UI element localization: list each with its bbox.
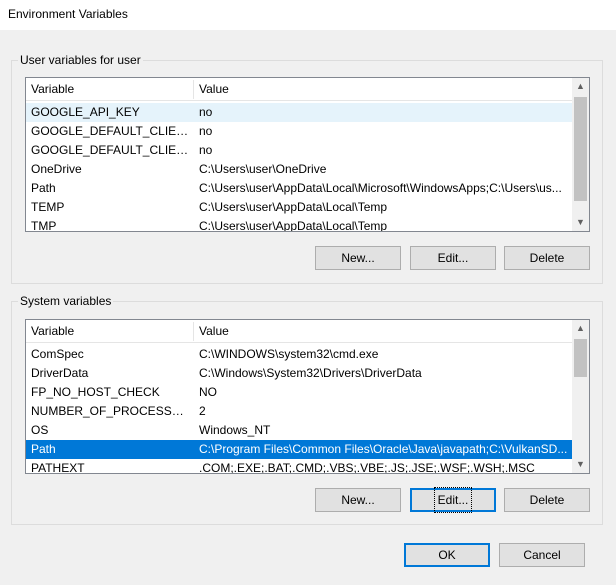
cancel-button-label: Cancel — [523, 548, 561, 562]
variable-name: OS — [31, 423, 49, 437]
system-new-button-label: New... — [341, 493, 375, 507]
table-row[interactable]: GOOGLE_DEFAULT_CLIENT_ID no — [26, 122, 572, 141]
user-delete-button-label: Delete — [529, 251, 565, 265]
scroll-up-icon[interactable]: ▲ — [572, 78, 589, 95]
system-delete-button-label: Delete — [529, 493, 565, 507]
cancel-button[interactable]: Cancel — [499, 543, 585, 567]
variable-name: ComSpec — [31, 347, 84, 361]
system-variables-list[interactable]: Variable Value ComSpec C:\WINDOWS\system… — [25, 319, 590, 474]
column-header-value[interactable]: Value — [194, 78, 572, 101]
variable-value: no — [199, 124, 213, 138]
table-row[interactable]: TMP C:\Users\user\AppData\Local\Temp — [26, 217, 572, 232]
system-edit-button-label: Edit... — [433, 487, 473, 513]
system-list-header: Variable Value — [26, 320, 572, 343]
user-variables-label: User variables for user — [18, 53, 143, 67]
variable-value: C:\Program Files\Common Files\Oracle\Jav… — [199, 442, 568, 456]
variable-value: C:\WINDOWS\system32\cmd.exe — [199, 347, 379, 361]
variable-name: TMP — [31, 219, 57, 232]
variable-value: NO — [199, 385, 217, 399]
variable-value: .COM;.EXE;.BAT;.CMD;.VBS;.VBE;.JS;.JSE;.… — [199, 461, 535, 474]
table-row[interactable]: GOOGLE_DEFAULT_CLIENT_S... no — [26, 141, 572, 160]
scroll-down-icon[interactable]: ▼ — [572, 214, 589, 231]
ok-button-label: OK — [438, 548, 456, 562]
scroll-thumb[interactable] — [574, 97, 587, 201]
variable-value: C:\Users\user\AppData\Local\Temp — [199, 200, 388, 214]
column-header-variable[interactable]: Variable — [26, 78, 193, 101]
user-variables-list[interactable]: Variable Value GOOGLE_API_KEY no GOOGLE_… — [25, 77, 590, 232]
variable-value: C:\Users\user\AppData\Local\Temp — [199, 219, 388, 232]
table-row[interactable]: Path C:\Users\user\AppData\Local\Microso… — [26, 179, 572, 198]
variable-name: OneDrive — [31, 162, 82, 176]
table-row[interactable]: OS Windows_NT — [26, 421, 572, 440]
variable-value: 2 — [199, 404, 206, 418]
variable-name: DriverData — [31, 366, 89, 380]
variable-value: no — [199, 105, 213, 119]
variable-value: C:\Users\user\AppData\Local\Microsoft\Wi… — [199, 181, 562, 195]
variable-value: C:\Users\user\OneDrive — [199, 162, 327, 176]
user-new-button[interactable]: New... — [315, 246, 401, 270]
system-delete-button[interactable]: Delete — [504, 488, 590, 512]
ok-button[interactable]: OK — [404, 543, 490, 567]
table-row-selected[interactable]: Path C:\Program Files\Common Files\Oracl… — [26, 440, 572, 459]
table-row[interactable]: NUMBER_OF_PROCESSORS 2 — [26, 402, 572, 421]
table-row[interactable]: OneDrive C:\Users\user\OneDrive — [26, 160, 572, 179]
variable-name: FP_NO_HOST_CHECK — [31, 385, 160, 399]
variable-name: GOOGLE_DEFAULT_CLIENT_S... — [31, 143, 193, 157]
scroll-up-icon[interactable]: ▲ — [572, 320, 589, 337]
variable-name: GOOGLE_DEFAULT_CLIENT_ID — [31, 124, 193, 138]
window-title: Environment Variables — [8, 7, 128, 21]
title-bar: Environment Variables — [0, 0, 616, 30]
user-list-header: Variable Value — [26, 78, 572, 101]
variable-name: NUMBER_OF_PROCESSORS — [31, 404, 193, 418]
user-edit-button[interactable]: Edit... — [410, 246, 496, 270]
table-row[interactable]: ComSpec C:\WINDOWS\system32\cmd.exe — [26, 345, 572, 364]
variable-name: Path — [31, 181, 56, 195]
user-new-button-label: New... — [341, 251, 375, 265]
variable-value: C:\Windows\System32\Drivers\DriverData — [199, 366, 422, 380]
table-row[interactable]: TEMP C:\Users\user\AppData\Local\Temp — [26, 198, 572, 217]
user-edit-button-label: Edit... — [437, 251, 469, 265]
variable-name: PATHEXT — [31, 461, 85, 474]
column-header-variable[interactable]: Variable — [26, 320, 193, 343]
vertical-scrollbar[interactable]: ▲ ▼ — [572, 78, 589, 231]
variable-value: no — [199, 143, 213, 157]
variable-value: Windows_NT — [199, 423, 271, 437]
variable-name: TEMP — [31, 200, 65, 214]
system-edit-button[interactable]: Edit... — [410, 487, 496, 513]
table-row[interactable]: GOOGLE_API_KEY no — [26, 103, 572, 122]
table-row[interactable]: PATHEXT .COM;.EXE;.BAT;.CMD;.VBS;.VBE;.J… — [26, 459, 572, 474]
variable-name: GOOGLE_API_KEY — [31, 105, 140, 119]
vertical-scrollbar[interactable]: ▲ ▼ — [572, 320, 589, 473]
column-header-value[interactable]: Value — [194, 320, 572, 343]
user-delete-button[interactable]: Delete — [504, 246, 590, 270]
scroll-thumb[interactable] — [574, 339, 587, 377]
variable-name: Path — [31, 442, 56, 456]
system-new-button[interactable]: New... — [315, 488, 401, 512]
scroll-down-icon[interactable]: ▼ — [572, 456, 589, 473]
table-row[interactable]: FP_NO_HOST_CHECK NO — [26, 383, 572, 402]
system-variables-label: System variables — [18, 294, 114, 308]
table-row[interactable]: DriverData C:\Windows\System32\Drivers\D… — [26, 364, 572, 383]
